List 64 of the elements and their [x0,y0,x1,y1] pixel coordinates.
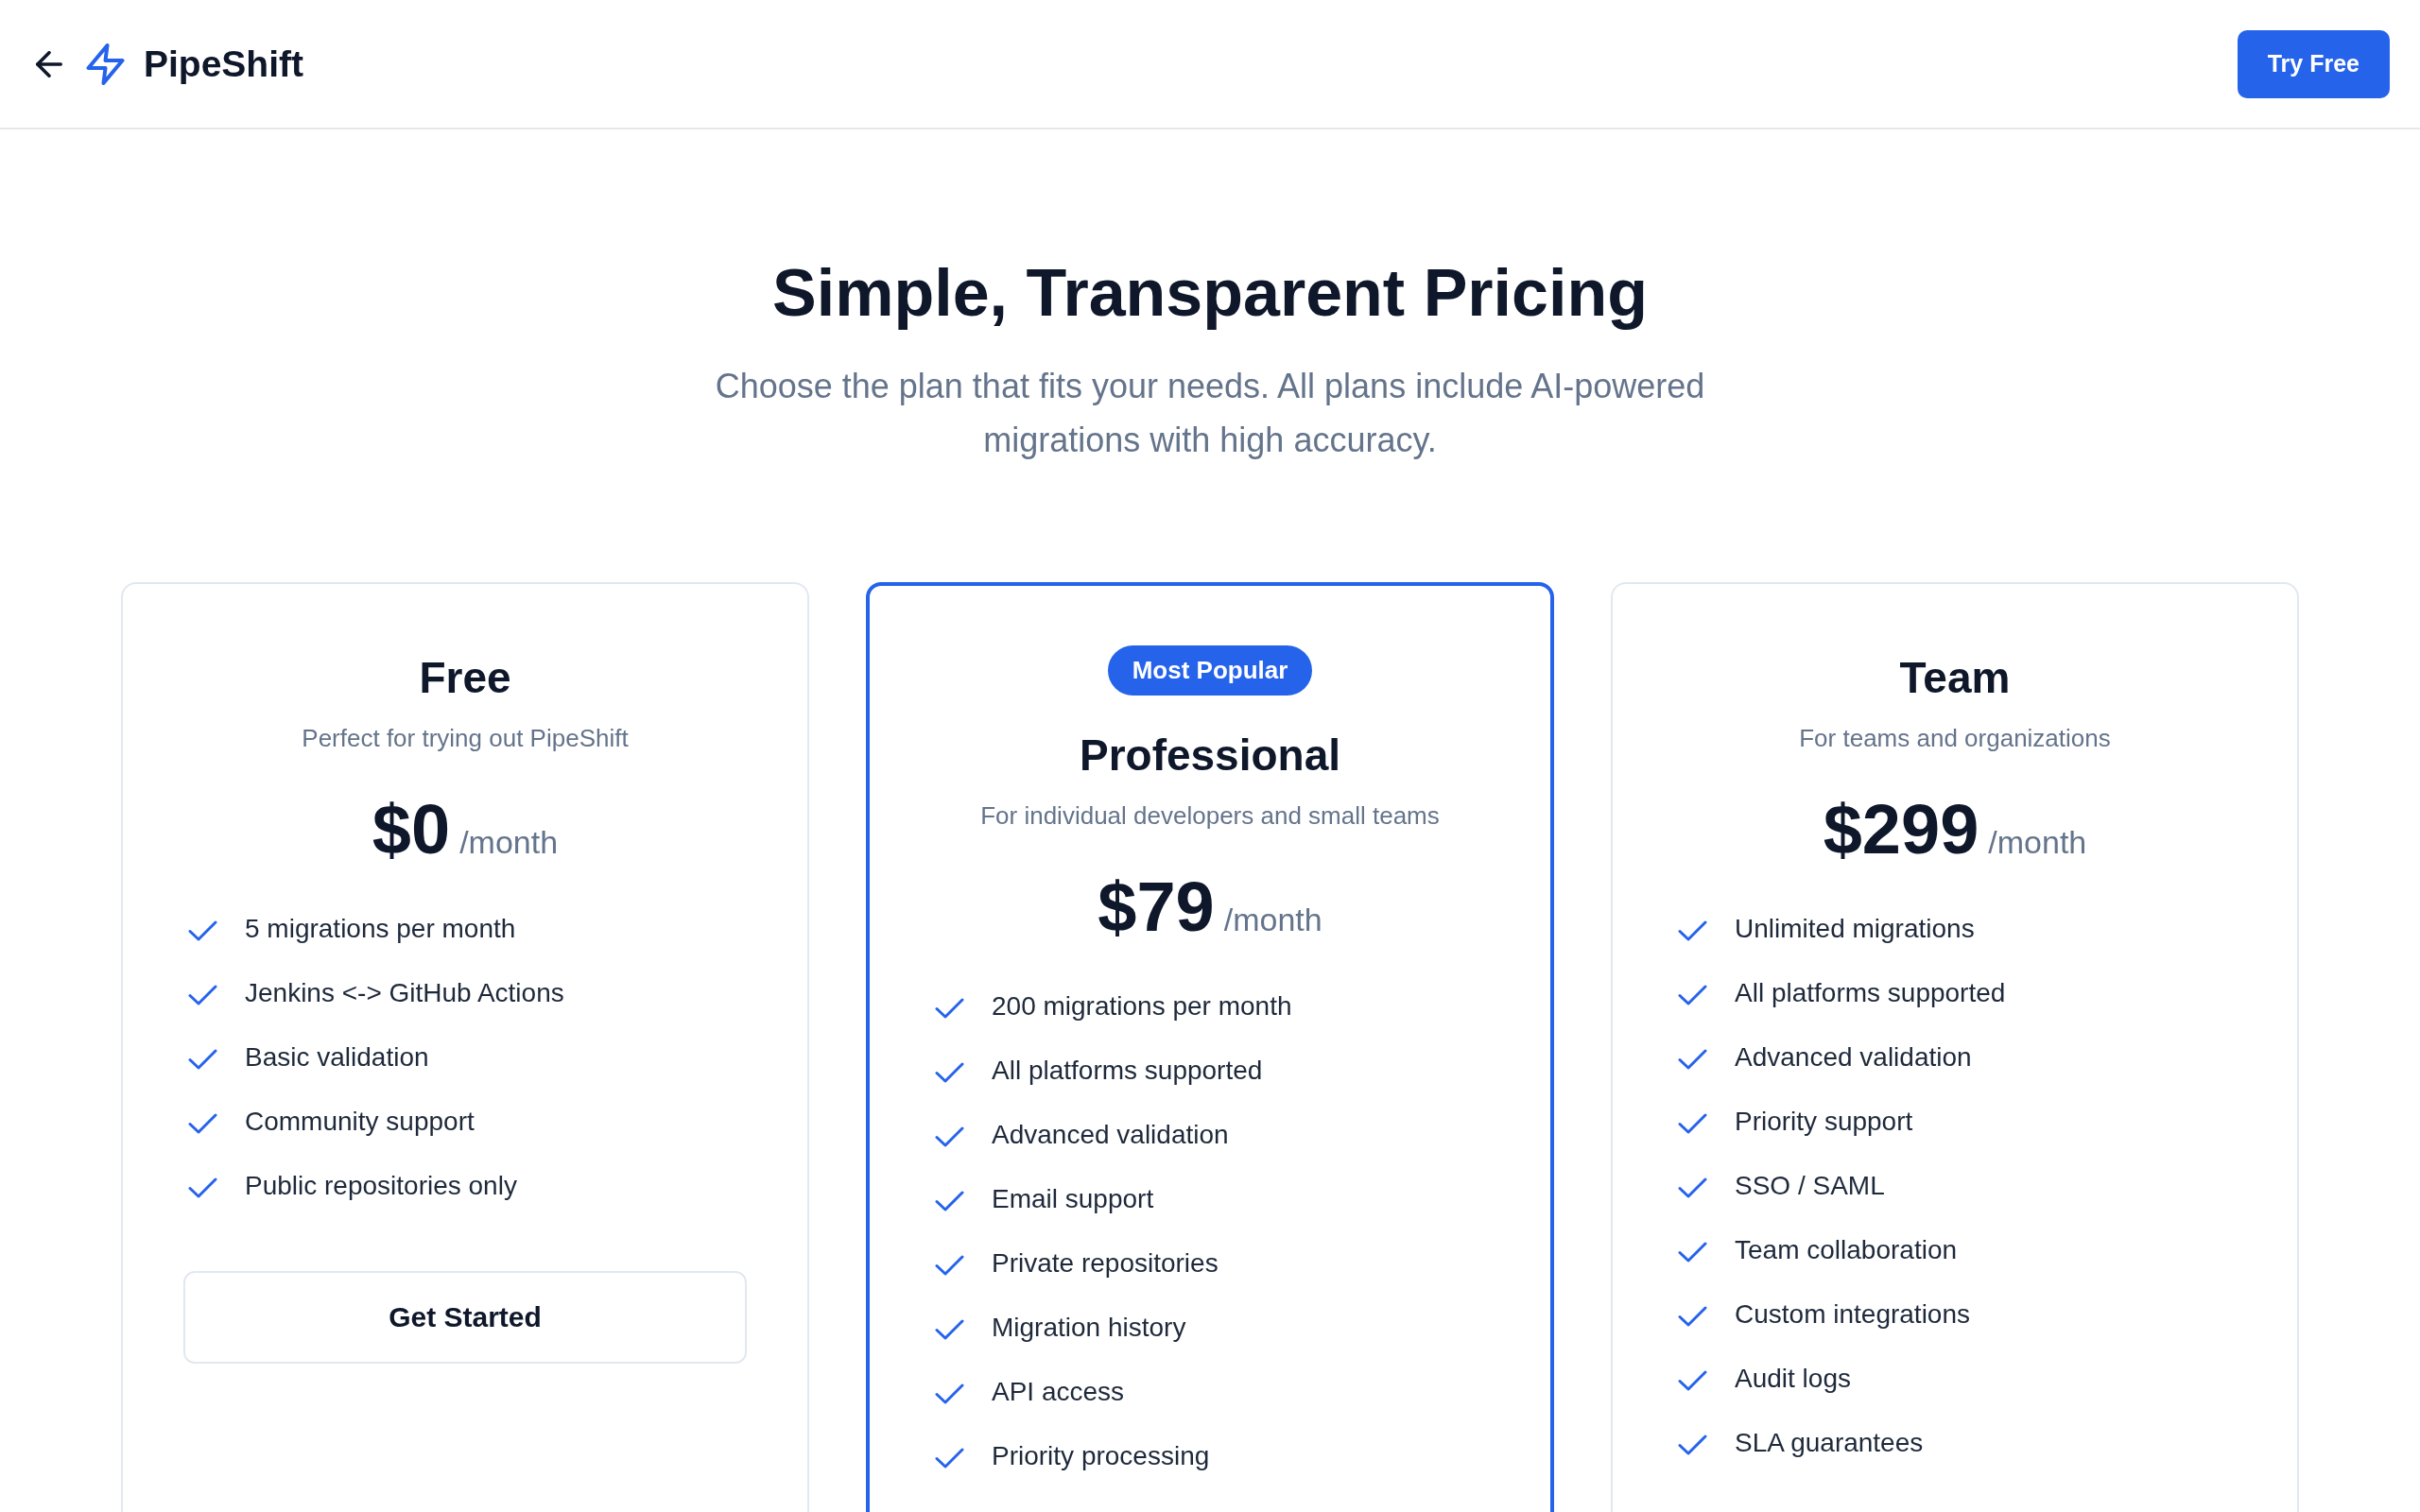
page-title: Simple, Transparent Pricing [771,255,1649,332]
check-icon [1678,1370,1707,1391]
feature-text: Advanced validation [1735,1041,1972,1074]
feature-text: All platforms supported [1735,977,2006,1009]
plan-price: $79 [1098,872,1215,942]
check-icon [188,1177,217,1198]
price-period: /month [1223,902,1322,938]
check-icon [188,985,217,1005]
feature-text: All platforms supported [992,1055,1263,1087]
check-icon [935,1319,964,1340]
popular-badge: Most Popular [1107,645,1313,696]
check-icon [188,920,217,941]
plan-price: $0 [372,795,451,865]
check-icon [1678,1113,1707,1134]
try-free-button[interactable]: Try Free [2237,29,2390,98]
plan-name: Team [1899,652,2011,704]
feature-text: Public repositories only [245,1170,517,1202]
feature-text: Custom integrations [1735,1298,1970,1331]
check-icon [935,1255,964,1276]
plan-description: For teams and organizations [1799,723,2111,754]
price-period: /month [1988,824,2087,861]
check-icon [188,1049,217,1070]
get-started-button[interactable]: Get Started [183,1271,747,1364]
check-icon [1678,1435,1707,1455]
feature-text: Priority processing [992,1440,1210,1472]
feature-text: Team collaboration [1735,1234,1958,1266]
feature-text: Jenkins <-> GitHub Actions [245,977,564,1009]
check-icon [1678,1177,1707,1198]
brand-name: PipeShift [144,43,303,85]
feature-text: Unlimited migrations [1735,913,1975,945]
back-button[interactable] [36,50,62,77]
feature-text: Community support [245,1106,475,1138]
feature-text: Advanced validation [992,1119,1229,1151]
feature-text: Basic validation [245,1041,429,1074]
check-icon [935,1383,964,1404]
check-icon [1678,920,1707,941]
feature-text: Private repositories [992,1247,1219,1280]
check-icon [1678,1242,1707,1263]
check-icon [935,1126,964,1147]
plan-name: Free [419,652,511,704]
check-icon [1678,1049,1707,1070]
plan-description: For individual developers and small teams [980,800,1440,832]
price-period: /month [459,824,559,861]
plan-description: Perfect for trying out PipeShift [302,723,629,754]
check-icon [1678,1306,1707,1327]
feature-text: SSO / SAML [1735,1170,1885,1202]
check-icon [188,1113,217,1134]
lightning-bolt-icon [86,43,125,85]
check-icon [935,998,964,1019]
feature-text: API access [992,1376,1125,1408]
check-icon [935,1062,964,1083]
feature-text: 200 migrations per month [992,990,1292,1022]
page-subtitle: Choose the plan that fits your needs. All plans include AI-powered migrations with high accuracy. [714,366,1706,461]
feature-text: Priority support [1735,1106,1913,1138]
check-icon [1678,985,1707,1005]
check-icon [935,1448,964,1469]
feature-text: Audit logs [1735,1363,1851,1395]
plan-name: Professional [1079,730,1341,782]
feature-text: SLA guarantees [1735,1427,1924,1459]
feature-text: Email support [992,1183,1154,1215]
feature-text: 5 migrations per month [245,913,516,945]
feature-text: Migration history [992,1312,1186,1344]
plan-price: $299 [1823,795,1979,865]
check-icon [935,1191,964,1211]
